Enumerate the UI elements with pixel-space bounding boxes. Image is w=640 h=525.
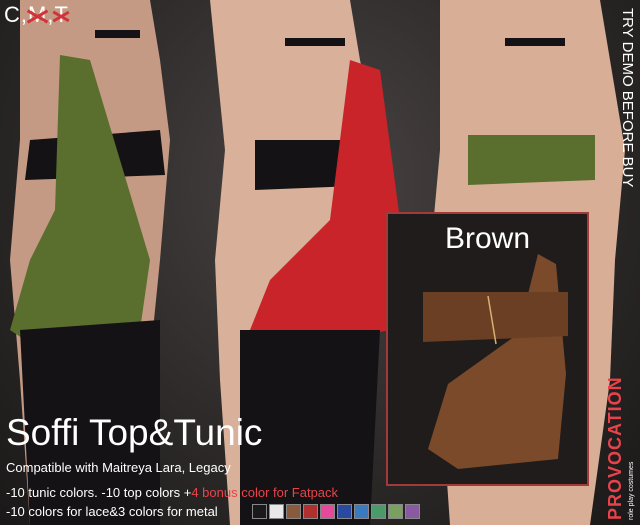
color-swatch-8 (371, 504, 386, 519)
color-swatch-9 (388, 504, 403, 519)
cmt-t-crossed: T (54, 2, 69, 27)
demo-note: TRY DEMO BEFORE BUY (619, 8, 636, 188)
color-swatch-3 (286, 504, 301, 519)
brand-logo: PROVOCATION (605, 376, 625, 520)
color-inset: Brown (386, 212, 589, 486)
colors-line-1: -10 tunic colors. -10 top colors +4 bonu… (6, 485, 338, 500)
color-swatch-1 (252, 504, 267, 519)
brand-subtitle: role play costumes (628, 461, 635, 520)
bonus-colors-text: 4 bonus color for Fatpack (191, 485, 339, 500)
color-swatch-5 (320, 504, 335, 519)
color-swatch-7 (354, 504, 369, 519)
product-image: C,M,T TRY DEMO BEFORE BUY Brown Soffi To… (0, 0, 640, 525)
colors-line-1-text: -10 tunic colors. -10 top colors + (6, 485, 192, 500)
compat-line: Compatible with Maitreya Lara, Legacy (6, 460, 231, 475)
permissions-label: C,M,T (4, 2, 69, 28)
colors-line-2: -10 colors for lace&3 colors for metal (6, 504, 218, 519)
color-swatch-2 (269, 504, 284, 519)
color-swatch-10 (405, 504, 420, 519)
brown-outfit-illustration (423, 254, 568, 469)
color-swatches (252, 504, 420, 519)
product-title: Soffi Top&Tunic (6, 412, 263, 453)
color-swatch-6 (337, 504, 352, 519)
cmt-prefix: C, (4, 2, 28, 27)
cmt-m-crossed: M (28, 2, 48, 27)
color-swatch-4 (303, 504, 318, 519)
